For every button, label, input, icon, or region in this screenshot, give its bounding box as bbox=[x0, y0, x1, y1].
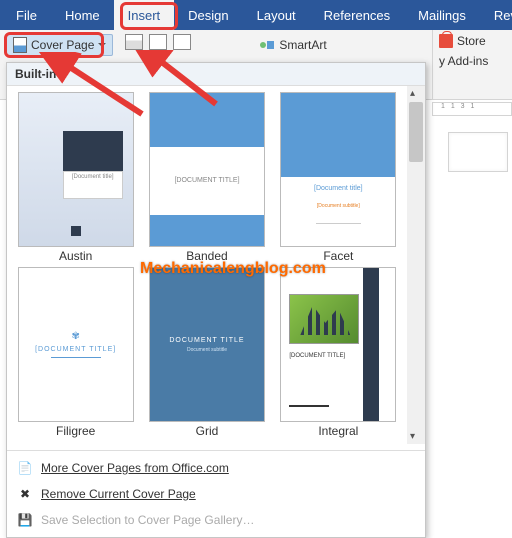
smartart-button[interactable]: SmartArt bbox=[255, 34, 330, 56]
smartart-label: SmartArt bbox=[279, 38, 326, 52]
thumb-text: [DOCUMENT TITLE] bbox=[35, 346, 116, 353]
thumb-text: [DOCUMENT TITLE] bbox=[150, 147, 264, 216]
cover-page-dropdown: Built-in [Document title] Austin [DOCUME… bbox=[6, 62, 426, 538]
more-cover-pages-item[interactable]: 📄 More Cover Pages from Office.com bbox=[7, 455, 425, 481]
thumb-label-filigree: Filigree bbox=[13, 424, 138, 438]
thumb-label-facet: Facet bbox=[276, 249, 401, 263]
thumb-label-banded: Banded bbox=[144, 249, 269, 263]
tab-layout[interactable]: Layout bbox=[243, 0, 310, 30]
tab-mailings[interactable]: Mailings bbox=[404, 0, 480, 30]
tab-home[interactable]: Home bbox=[51, 0, 114, 30]
thumb-subtext: [Document subtitle] bbox=[281, 203, 395, 209]
thumb-label-grid: Grid bbox=[144, 424, 269, 438]
ornament-icon: ✾ bbox=[71, 331, 79, 342]
cover-thumb-filigree[interactable]: ✾ [DOCUMENT TITLE] bbox=[18, 267, 134, 422]
annotation-arrow-cover bbox=[32, 52, 162, 122]
thumb-text: [Document title] bbox=[281, 185, 395, 192]
thumb-label-austin: Austin bbox=[13, 249, 138, 263]
cover-thumb-grid[interactable]: DOCUMENT TITLE Document subtitle bbox=[149, 267, 265, 422]
office-icon: 📄 bbox=[17, 460, 33, 476]
remove-icon: ✖ bbox=[17, 486, 33, 502]
more-cover-pages-label: More Cover Pages from Office.com bbox=[41, 461, 229, 475]
thumb-text: [DOCUMENT TITLE] bbox=[289, 353, 345, 359]
cover-thumb-facet[interactable]: [Document title] [Document subtitle] bbox=[280, 92, 396, 247]
scrollbar[interactable] bbox=[407, 86, 425, 444]
cover-page-icon bbox=[13, 37, 27, 53]
addins-group: Store y Add-ins bbox=[432, 30, 512, 99]
thumb-subtext: Document subtitle bbox=[187, 347, 227, 353]
dropdown-footer: 📄 More Cover Pages from Office.com ✖ Rem… bbox=[7, 450, 425, 537]
table-icon[interactable] bbox=[125, 34, 143, 50]
remove-cover-page-item[interactable]: ✖ Remove Current Cover Page bbox=[7, 481, 425, 507]
tab-references[interactable]: References bbox=[310, 0, 404, 30]
scroll-thumb[interactable] bbox=[409, 102, 423, 162]
ribbon-tabs: File Home Insert Design Layout Reference… bbox=[0, 0, 512, 30]
cover-thumb-integral[interactable]: [DOCUMENT TITLE] bbox=[280, 267, 396, 422]
smartart-icon bbox=[259, 37, 275, 53]
document-page bbox=[448, 132, 508, 172]
cover-thumb-banded[interactable]: [DOCUMENT TITLE] bbox=[149, 92, 265, 247]
save-selection-label: Save Selection to Cover Page Gallery… bbox=[41, 513, 254, 527]
tab-review[interactable]: Revie bbox=[480, 0, 512, 30]
store-icon bbox=[439, 34, 453, 48]
save-gallery-icon: 💾 bbox=[17, 512, 33, 528]
tab-insert[interactable]: Insert bbox=[114, 0, 175, 30]
chevron-down-icon bbox=[98, 43, 106, 47]
ruler: 1 1 3 1 bbox=[432, 102, 512, 116]
thumb-text: [Document title] bbox=[63, 171, 123, 199]
save-selection-item: 💾 Save Selection to Cover Page Gallery… bbox=[7, 507, 425, 533]
cover-page-label: Cover Page bbox=[31, 38, 94, 52]
tab-file[interactable]: File bbox=[2, 0, 51, 30]
store-label: Store bbox=[457, 34, 486, 48]
store-button[interactable]: Store bbox=[439, 34, 506, 48]
tab-design[interactable]: Design bbox=[174, 0, 242, 30]
picture-icon[interactable] bbox=[149, 34, 167, 50]
shapes-icon[interactable] bbox=[173, 34, 191, 50]
thumb-label-integral: Integral bbox=[276, 424, 401, 438]
my-addins-button[interactable]: y Add-ins bbox=[439, 54, 506, 68]
remove-cover-page-label: Remove Current Cover Page bbox=[41, 487, 196, 501]
thumb-text: DOCUMENT TITLE bbox=[169, 337, 244, 344]
